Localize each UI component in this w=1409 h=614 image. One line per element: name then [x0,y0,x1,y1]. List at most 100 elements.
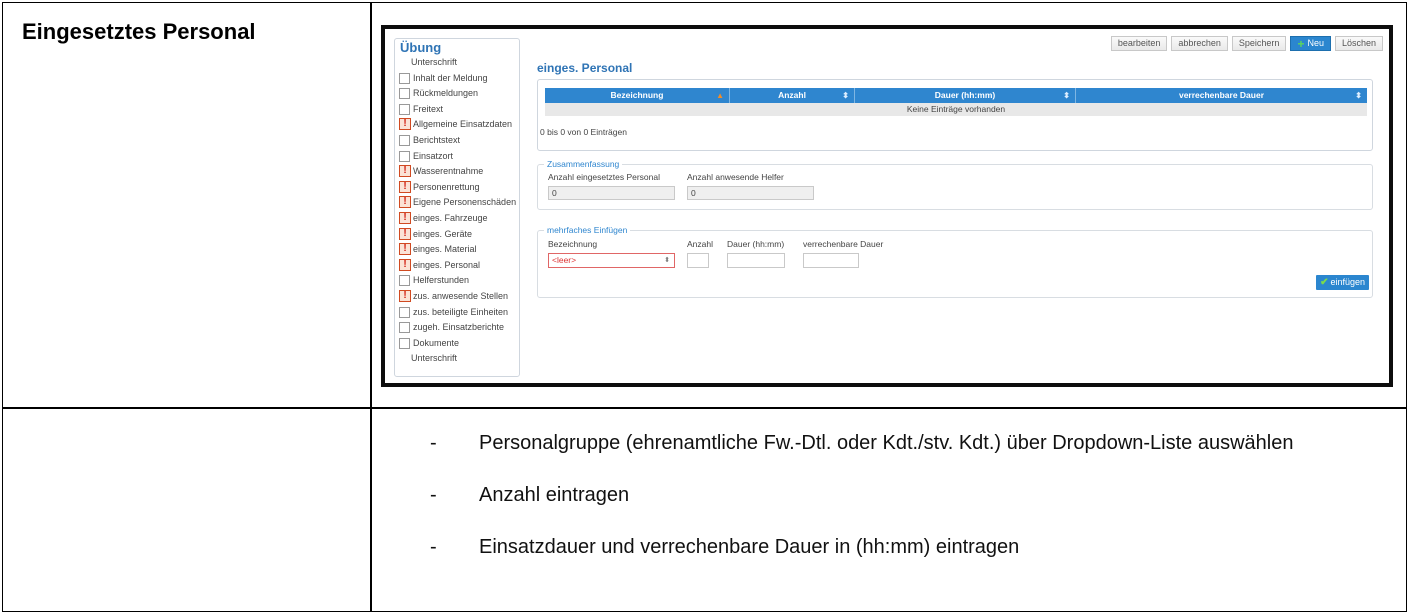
sidebar-item[interactable]: ! einges. Personal [395,258,519,274]
section-title: einges. Personal [537,61,633,75]
sidebar-item[interactable]: Freitext [395,102,519,118]
checkbox-icon [399,88,410,100]
sidebar-item[interactable]: ! einges. Fahrzeuge [395,211,519,227]
warning-icon: ! [399,118,411,131]
edit-button[interactable]: bearbeiten [1110,36,1168,51]
sidebar-item[interactable]: ! einges. Material [395,242,519,258]
anzahl-input[interactable] [687,253,709,268]
bezeichnung-select[interactable]: <leer> ⬍ [548,253,675,268]
sidebar-item-label: Rückmeldungen [413,88,479,99]
grid-empty-row: Keine Einträge vorhanden [545,103,1367,116]
checkbox-icon [399,103,410,115]
list-item: - Personalgruppe (ehrenamtliche Fw.-Dtl.… [430,428,1380,458]
sidebar-item-label: Berichtstext [413,134,461,145]
sidebar-item[interactable]: zugeh. Einsatzberichte [395,320,519,336]
warning-icon: ! [399,211,411,224]
summary-legend: Zusammenfassung [544,159,623,169]
sidebar-item-label: zus. beteiligte Einheiten [413,306,509,317]
grid-header: Bezeichnung ▲ Anzahl ⬍ Dauer (hh:mm) ⬍ v… [545,88,1367,103]
sidebar-nav: Übung Unterschrift Inhalt der Meldung Rück… [394,38,520,377]
column-header-label: Dauer (hh:mm) [934,90,996,100]
dauer-input[interactable] [727,253,785,268]
cancel-button[interactable]: abbrechen [1171,36,1228,51]
sidebar-item[interactable]: ! Wasserentnahme [395,164,519,180]
list-item-text: Einsatzdauer und verrechenbare Dauer in … [479,536,1020,558]
list-item: - Einsatzdauer und verrechenbare Dauer i… [430,532,1380,562]
save-button[interactable]: Speichern [1231,36,1287,51]
sidebar-item-label: zugeh. Einsatzberichte [413,322,505,333]
checkbox-icon [399,306,410,318]
label-anzahl-helfer: Anzahl anwesende Helfer [687,172,784,182]
personal-grid: Bezeichnung ▲ Anzahl ⬍ Dauer (hh:mm) ⬍ v… [537,79,1373,151]
sidebar-item[interactable]: zus. beteiligte Einheiten [395,305,519,321]
sidebar-item[interactable]: Dokumente [395,336,519,352]
checkmark-icon: ✔ [1320,277,1329,288]
column-header-bezeichnung[interactable]: Bezeichnung ▲ [545,88,730,103]
warning-icon: ! [399,180,411,193]
column-header-dauer[interactable]: Dauer (hh:mm) ⬍ [855,88,1076,103]
column-header-label: Anzahl [778,90,806,100]
checkbox-icon [399,337,410,349]
sidebar-item[interactable]: ! Personenrettung [395,180,519,196]
label-anzahl-personal: Anzahl eingesetztes Personal [548,172,660,182]
sidebar-item-label: Helferstunden [413,275,470,286]
label-bezeichnung: Bezeichnung [548,239,598,249]
sidebar-item-label: Unterschrift [411,57,458,67]
sort-icon: ⬍ [842,91,849,100]
verrechenbare-dauer-input[interactable] [803,253,859,268]
column-header-label: verrechenbare Dauer [1178,90,1265,100]
sidebar-item-label: Allgemeine Einsatzdaten [413,119,513,130]
app-ui: Übung Unterschrift Inhalt der Meldung Rück… [385,29,1389,383]
new-button[interactable]: + Neu [1290,36,1331,51]
warning-icon: ! [399,165,411,178]
sidebar-item-label: Wasserentnahme [413,166,484,177]
row-title: Eingesetztes Personal [22,19,256,44]
sidebar-item[interactable]: ! Eigene Personenschäden [395,195,519,211]
sidebar-item[interactable]: Einsatzort [395,149,519,165]
table-row-divider [3,407,1406,409]
insert-button[interactable]: ✔ einfügen [1316,275,1369,290]
warning-icon: ! [399,196,411,209]
sidebar-item[interactable]: Inhalt der Meldung [395,71,519,87]
bullet-dash: - [430,484,437,506]
list-item-text: Anzahl eintragen [479,484,630,506]
warning-icon: ! [399,243,411,256]
column-header-anzahl[interactable]: Anzahl ⬍ [730,88,855,103]
column-header-label: Bezeichnung [610,90,664,100]
multi-insert-fieldset: mehrfaches Einfügen Bezeichnung Anzahl D… [537,225,1373,298]
warning-icon: ! [399,289,411,302]
updown-arrows-icon: ⬍ [664,257,670,264]
list-item: - Anzahl eintragen [430,480,1380,510]
delete-button[interactable]: Löschen [1334,36,1383,51]
plus-icon: + [1297,36,1305,51]
anzahl-personal-field: 0 [548,186,675,200]
column-header-verrechenbare-dauer[interactable]: verrechenbare Dauer ⬍ [1076,88,1367,103]
summary-fieldset: Zusammenfassung Anzahl eingesetztes Pers… [537,159,1373,210]
sidebar-item[interactable]: ! zus. anwesende Stellen [395,289,519,305]
sidebar-item[interactable]: Rückmeldungen [395,86,519,102]
sidebar-item[interactable]: Unterschrift [395,55,519,71]
sidebar-item-label: einges. Material [413,244,477,255]
bullet-dash: - [430,432,437,454]
sidebar-item-label: Dokumente [413,337,460,348]
select-value: <leer> [552,255,577,265]
checkbox-icon [399,72,410,84]
insert-button-label: einfügen [1330,277,1365,287]
sidebar-item[interactable]: ! Allgemeine Einsatzdaten [395,117,519,133]
sidebar-item-label: Eigene Personenschäden [413,197,517,208]
toolbar: bearbeiten abbrechen Speichern + Neu Lös… [1110,36,1383,51]
instruction-list: - Personalgruppe (ehrenamtliche Fw.-Dtl.… [430,428,1380,584]
new-button-label: Neu [1307,38,1324,48]
sidebar-item[interactable]: Berichtstext [395,133,519,149]
label-anzahl: Anzahl [687,239,713,249]
sidebar-item[interactable]: Helferstunden [395,273,519,289]
sidebar-item[interactable]: ! einges. Geräte [395,227,519,243]
grid-paging-info: 0 bis 0 von 0 Einträgen [540,127,627,137]
sidebar-item-label: zus. anwesende Stellen [413,290,509,301]
sidebar-item-label: Inhalt der Meldung [413,72,488,83]
label-dauer: Dauer (hh:mm) [727,239,785,249]
sidebar-item[interactable]: Unterschrift [395,351,519,367]
embedded-screenshot: Übung Unterschrift Inhalt der Meldung Rück… [381,25,1393,387]
sort-icon: ⬍ [1355,91,1362,100]
sidebar-item-label: Personenrettung [413,181,480,192]
